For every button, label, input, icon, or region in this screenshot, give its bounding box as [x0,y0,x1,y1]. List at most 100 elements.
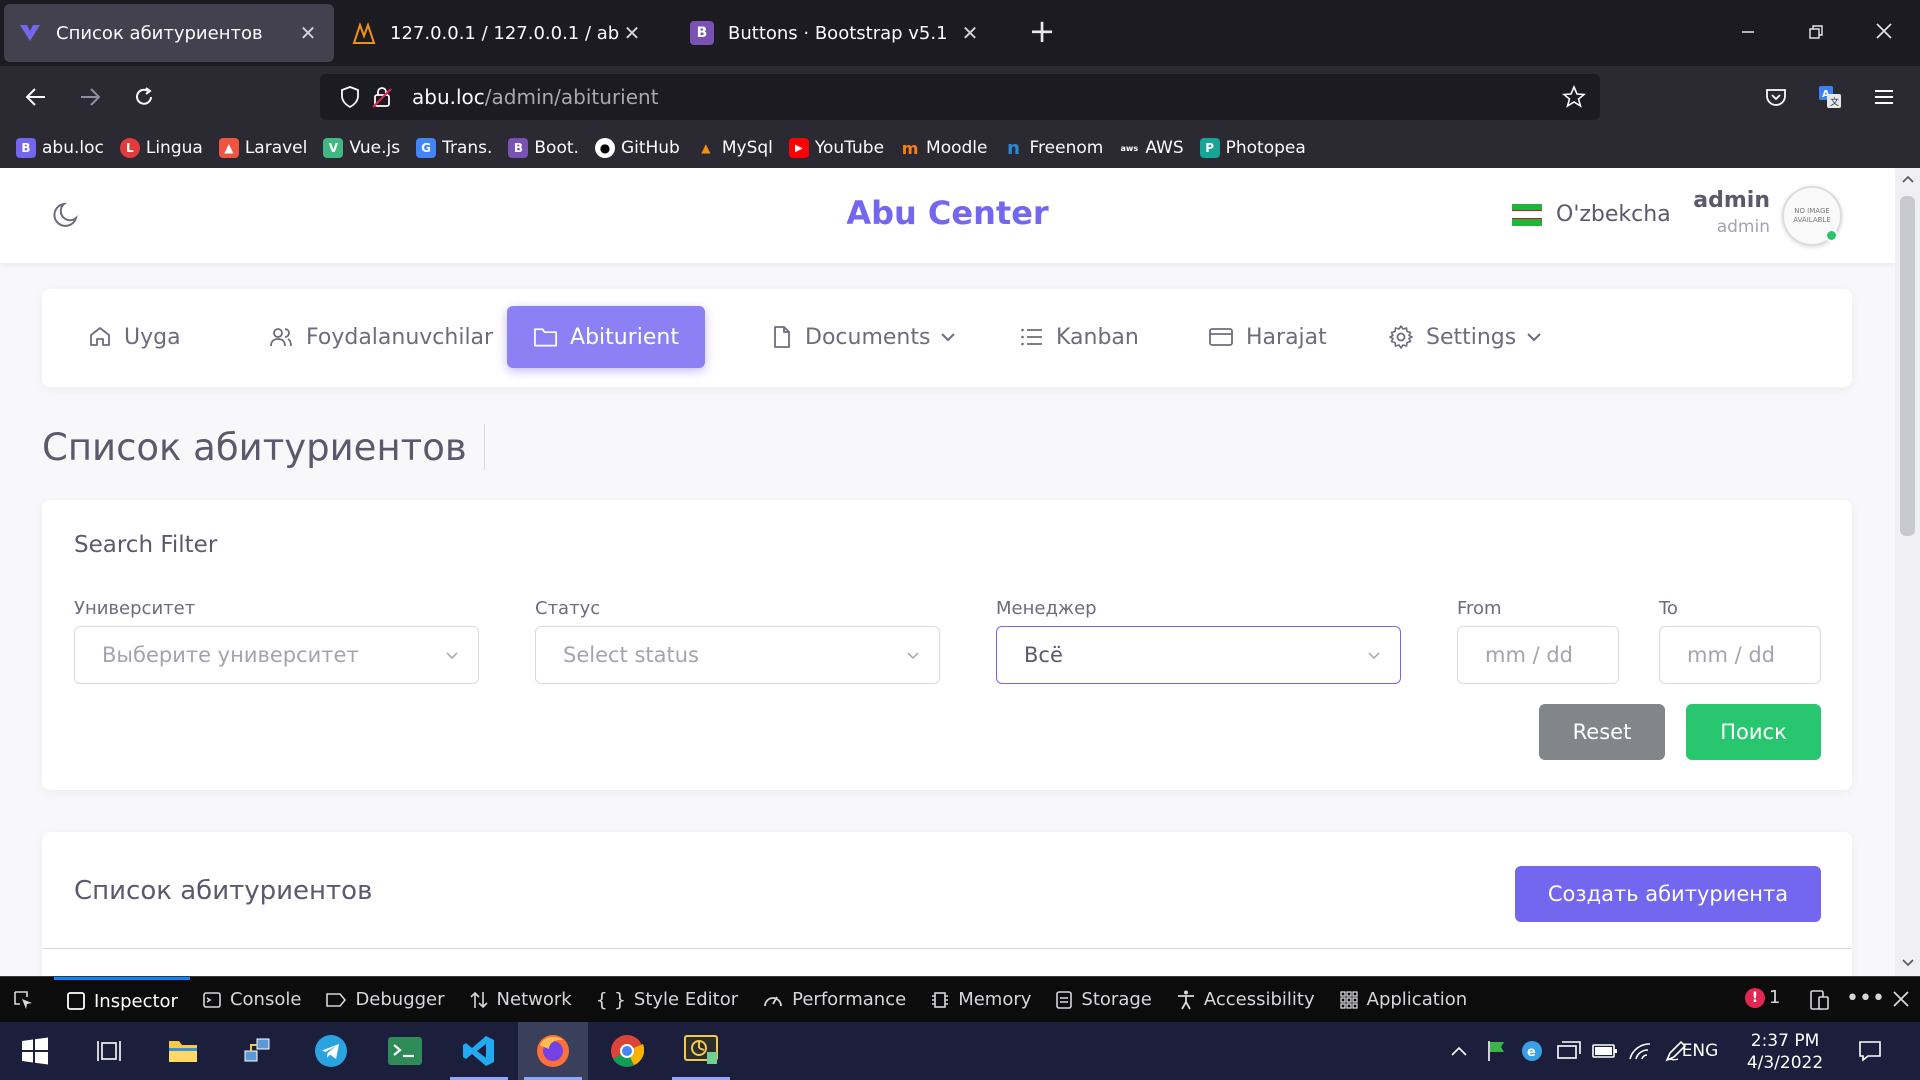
browser-tab-active[interactable]: Список абитуриентов ✕ [4,4,334,62]
reset-button[interactable]: Reset [1539,704,1665,760]
bookmark-translate[interactable]: G Trans. [416,138,492,158]
telegram-icon[interactable] [296,1022,366,1080]
bookmark-lingua[interactable]: L Lingua [119,138,203,158]
minimize-icon[interactable] [1728,14,1768,54]
forward-icon[interactable] [70,77,110,117]
pocket-icon[interactable] [1756,77,1796,117]
devtools-tab-memory[interactable]: Memory [918,977,1043,1023]
page-scrollbar[interactable] [1895,168,1920,976]
uzbekistan-flag-icon [1512,203,1542,226]
devtools-tab-debugger[interactable]: Debugger [313,977,456,1023]
performance-icon [764,996,783,1006]
notifications-icon[interactable] [1848,1022,1892,1080]
close-window-icon[interactable] [1864,14,1904,54]
menu-item-documents[interactable]: Documents [745,306,982,368]
bookmark-abu[interactable]: Babu.loc [16,138,104,158]
task-view-icon[interactable] [74,1022,144,1080]
menu-item-settings[interactable]: Settings [1362,306,1568,368]
hamburger-menu-icon[interactable] [1864,77,1904,117]
to-date-input[interactable]: mm / dd [1659,626,1821,684]
reload-icon[interactable] [124,77,164,117]
lock-icon[interactable] [372,85,392,113]
bookmark-youtube[interactable]: ▶ YouTube [788,138,884,158]
menu-item-kanban[interactable]: Kanban [994,306,1165,368]
network-app-icon[interactable] [222,1022,292,1080]
avatar[interactable]: NO IMAGE AVAILABLE [1782,186,1842,246]
menu-item-uyga[interactable]: Uyga [62,306,207,368]
address-bar[interactable]: abu.loc/admin/abiturient [320,74,1600,120]
bookmark-mysql[interactable]: ▲ MySql [696,138,773,158]
browser-tab[interactable]: 127.0.0.1 / 127.0.0.1 / abucenter ✕ [338,4,658,62]
devtools-tab-accessibility[interactable]: Accessibility [1164,977,1327,1023]
home-icon [90,327,110,346]
devtools-tab-inspector[interactable]: Inspector [54,976,190,1023]
input-language[interactable]: ENG [1682,1022,1719,1080]
devtools-tab-network[interactable]: Network [457,977,584,1023]
file-explorer-icon[interactable] [148,1022,218,1080]
display-tray-icon[interactable] [1556,1022,1582,1080]
close-tab-icon[interactable]: ✕ [958,21,982,45]
monitor-app-icon[interactable] [666,1022,736,1080]
restore-icon[interactable] [1796,14,1836,54]
terminal-icon[interactable] [370,1022,440,1080]
bookmark-bootstrap[interactable]: B Boot. [508,138,579,158]
close-tab-icon[interactable]: ✕ [620,21,644,45]
edge-tray-icon[interactable]: e [1520,1022,1544,1080]
abu-icon: B [16,138,36,158]
bookmark-moodle[interactable]: m Moodle [900,138,988,158]
university-select[interactable]: Выберите университет [74,626,479,684]
devtools-tab-application[interactable]: Application [1327,977,1480,1023]
back-icon[interactable] [16,77,56,117]
windows-start-icon[interactable] [0,1022,70,1080]
system-clock[interactable]: 2:37 PM 4/3/2022 [1730,1030,1840,1074]
devtools-tab-performance[interactable]: Performance [750,977,918,1023]
devtools-tab-style-editor[interactable]: { } Style Editor [584,977,750,1023]
bookmark-freenom[interactable]: n Freenom [1004,138,1103,159]
wifi-icon[interactable] [1628,1022,1652,1080]
devtools-tab-console[interactable]: Console [190,977,313,1023]
new-tab-icon[interactable]: + [1022,12,1062,52]
close-devtools-icon[interactable] [1892,990,1910,1012]
scroll-up-icon[interactable] [1901,174,1915,184]
from-label: From [1457,598,1502,619]
search-button[interactable]: Поиск [1686,704,1821,760]
bookmarks-toolbar: Babu.loc L Lingua ▲ Laravel V Vue.js G Trans… [0,128,1920,168]
scroll-down-icon[interactable] [1901,958,1915,968]
error-counter[interactable]: ! 1 [1745,987,1780,1008]
vscode-icon[interactable] [444,1022,514,1080]
svg-text:文: 文 [1830,96,1839,108]
status-select[interactable]: Select status [535,626,940,684]
show-hidden-icons[interactable] [1450,1022,1468,1080]
create-applicant-button[interactable]: Создать абитуриента [1515,866,1821,922]
battery-icon[interactable] [1592,1022,1618,1080]
translate-extension-icon[interactable]: A文 [1810,77,1850,117]
element-picker-icon[interactable] [0,977,54,1023]
responsive-design-icon[interactable] [1808,989,1830,1015]
manager-select[interactable]: Всё [996,626,1401,684]
from-date-input[interactable]: mm / dd [1457,626,1619,684]
scrollbar-thumb[interactable] [1900,196,1915,536]
shield-icon[interactable] [340,86,360,112]
bookmark-star-icon[interactable] [1561,84,1587,113]
chrome-icon[interactable] [592,1022,662,1080]
error-icon: ! [1745,987,1765,1008]
menu-item-abiturient[interactable]: Abiturient [507,306,705,368]
user-info[interactable]: admin admin [1690,188,1770,237]
browser-tab[interactable]: B Buttons · Bootstrap v5.1 ✕ [676,4,996,62]
firefox-icon[interactable] [518,1022,588,1080]
devtools-tab-storage[interactable]: Storage [1043,977,1163,1023]
more-options-icon[interactable]: ••• [1846,986,1885,1011]
bookmark-laravel[interactable]: ▲ Laravel [218,138,307,158]
menu-item-foydalanuvchilar[interactable]: Foydalanuvchilar [242,306,519,368]
bookmark-vue[interactable]: V Vue.js [323,138,400,158]
bookmark-github[interactable]: ● GitHub [594,138,680,158]
aws-icon: aws [1120,143,1139,153]
flag-tray-icon[interactable] [1486,1022,1508,1080]
bookmark-label: GitHub [620,138,680,158]
bookmark-photopea[interactable]: P Photopea [1199,138,1306,158]
bookmark-aws[interactable]: aws AWS [1119,138,1184,158]
close-tab-icon[interactable]: ✕ [296,21,320,45]
language-selector[interactable]: O'zbekcha [1512,202,1671,227]
menu-item-harajat[interactable]: Harajat [1182,306,1353,368]
phpmyadmin-icon [352,21,376,45]
